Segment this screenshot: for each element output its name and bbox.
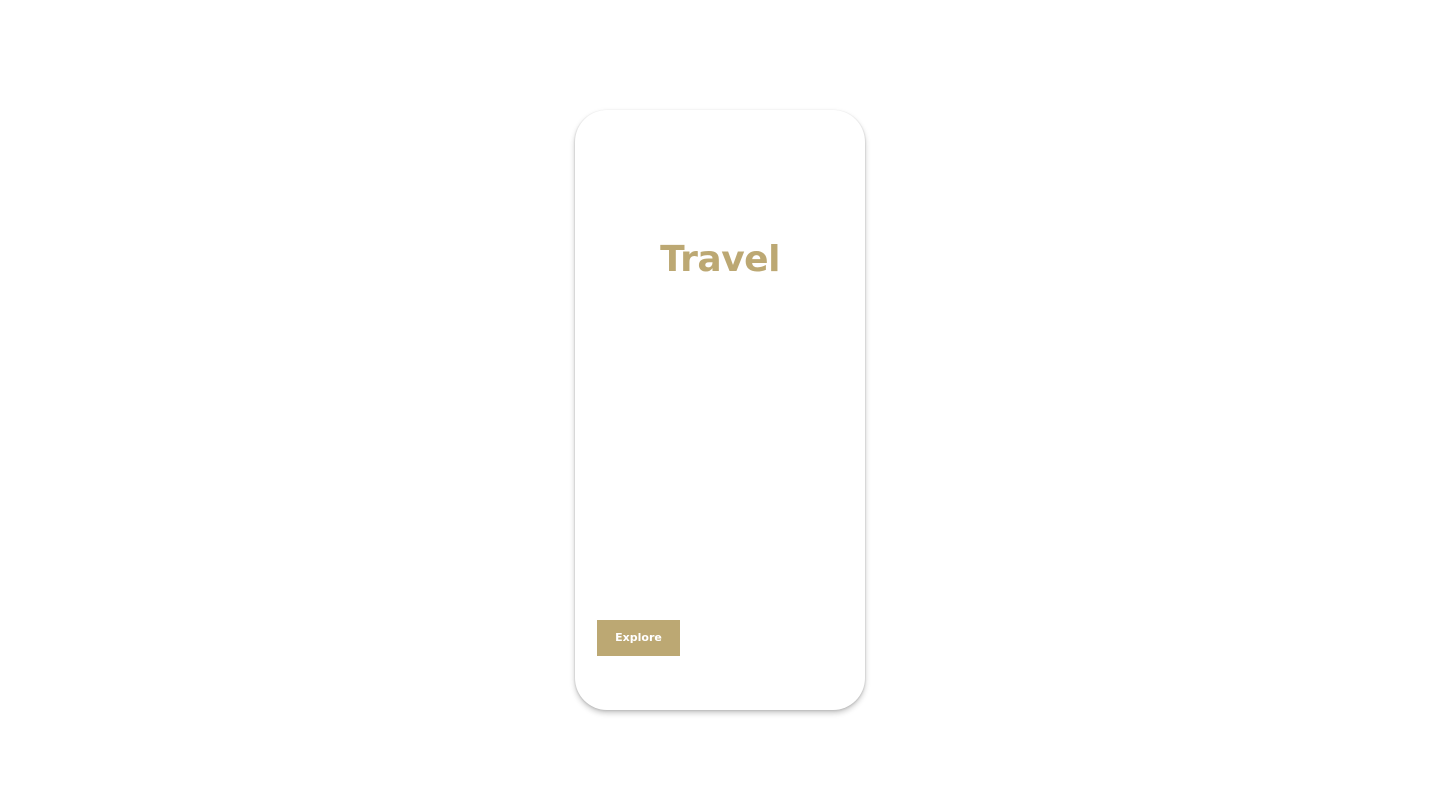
- page-canvas: Travel Explore: [0, 0, 1440, 810]
- phone-frame: Travel Explore: [575, 110, 865, 710]
- explore-button[interactable]: Explore: [597, 620, 680, 656]
- app-title: Travel: [660, 239, 780, 280]
